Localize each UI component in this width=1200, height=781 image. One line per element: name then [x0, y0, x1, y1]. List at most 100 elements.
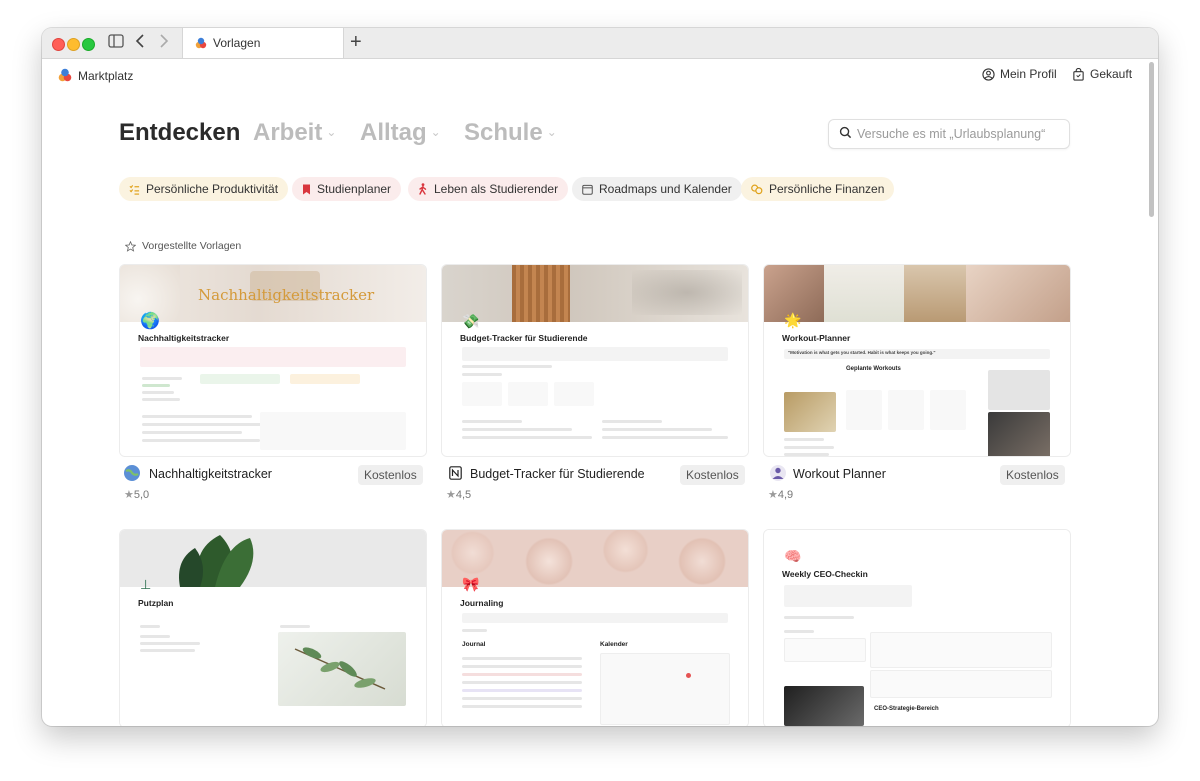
card-name[interactable]: Nachhaltigkeitstracker [149, 467, 272, 481]
coins-icon [751, 184, 763, 194]
star-icon: 🌟 [784, 312, 802, 328]
bought-link[interactable]: Gekauft [1072, 67, 1132, 81]
chip-roadmaps-und-kalender[interactable]: Roadmaps und Kalender [572, 177, 742, 201]
price-badge: Kostenlos [358, 465, 423, 485]
search-input[interactable]: Versuche es mit „Urlaubsplanung“ [828, 119, 1070, 149]
marketplace-logo-icon [195, 37, 207, 49]
preview-section: Kalender [600, 641, 628, 648]
minimize-window-button[interactable] [67, 38, 80, 51]
category-label: Arbeit [253, 119, 323, 146]
maximize-window-button[interactable] [82, 38, 95, 51]
back-arrow-icon[interactable] [135, 34, 145, 52]
template-card-workout-planner[interactable]: 🌟 Workout-Planner "Motivation is what ge… [763, 264, 1071, 457]
rating-value: 4,9 [777, 489, 794, 501]
template-card-putzplan[interactable]: ⊥ Putzplan [119, 529, 427, 726]
bought-label: Gekauft [1090, 67, 1133, 81]
search-icon [839, 126, 852, 139]
preview-title: Workout-Planner [782, 333, 851, 343]
star-outline-icon [125, 240, 136, 252]
template-card-nachhaltigkeitstracker[interactable]: Nachhaltigkeitstracker 🌍 Nachhaltigkeits… [119, 264, 427, 457]
chevron-down-icon: ⌄ [430, 125, 441, 139]
category-tab-arbeit[interactable]: Arbeit ⌄ [253, 119, 336, 147]
marketplace-logo-icon [58, 68, 72, 82]
chip-persoenliche-finanzen[interactable]: Persönliche Finanzen [741, 177, 895, 201]
price-badge: Kostenlos [1000, 465, 1065, 485]
person-walking-icon [419, 183, 427, 195]
price-badge: Kostenlos [680, 465, 745, 485]
category-tab-alltag[interactable]: Alltag ⌄ [360, 119, 441, 147]
card-rating: ★4,9 [768, 488, 793, 501]
close-window-button[interactable] [52, 38, 65, 51]
star-filled-icon: ★ [124, 489, 134, 501]
user-circle-icon [982, 67, 995, 81]
card-page-preview: 🌟 Workout-Planner "Motivation is what ge… [764, 312, 1070, 456]
category-label: Entdecken [119, 119, 241, 146]
card-cover-image [442, 265, 748, 322]
card-page-preview: 💸 Budget-Tracker für Studierende [442, 313, 748, 456]
bookmark-icon [303, 184, 310, 194]
card-name[interactable]: Budget-Tracker für Studierende [470, 467, 645, 481]
notion-icon [449, 466, 462, 480]
template-card-budget-tracker[interactable]: 💸 Budget-Tracker für Studierende [441, 264, 749, 457]
plant-illustration [179, 535, 254, 587]
chip-persoenliche-produktivitaet[interactable]: Persönliche Produktivität [119, 177, 289, 201]
globe-icon: 🌍 [140, 313, 160, 330]
chip-label: Leben als Studierender [434, 182, 559, 196]
category-label: Alltag [360, 119, 427, 146]
star-filled-icon: ★ [446, 489, 456, 501]
brain-icon: 🧠 [784, 548, 802, 564]
template-card-ceo-checkin[interactable]: 🧠 Weekly CEO-Checkin CEO-Strategie-Berei… [763, 529, 1071, 726]
preview-title: Weekly CEO-Checkin [782, 569, 868, 579]
tab-title: Vorlagen [213, 36, 261, 50]
preview-section: Journal [462, 641, 486, 648]
featured-heading: Vorgestellte Vorlagen [125, 240, 241, 252]
chip-studienplaner[interactable]: Studienplaner [292, 177, 402, 201]
category-label: Schule [464, 119, 543, 146]
chevron-down-icon: ⌄ [326, 125, 337, 139]
profile-label: Mein Profil [1000, 67, 1057, 81]
bow-icon: 🎀 [462, 576, 480, 592]
card-rating: ★4,5 [446, 488, 471, 501]
card-cover-image: Nachhaltigkeitstracker [120, 265, 426, 322]
chip-label: Persönliche Finanzen [769, 182, 885, 196]
card-rating: ★5,0 [124, 488, 149, 501]
sidebar-toggle-icon[interactable] [108, 34, 124, 52]
star-filled-icon: ★ [768, 489, 778, 501]
chip-label: Roadmaps und Kalender [599, 182, 732, 196]
scrollbar[interactable] [1149, 62, 1154, 217]
checklist-icon [129, 184, 140, 195]
category-tab-schule[interactable]: Schule ⌄ [464, 119, 557, 147]
card-cover-image [120, 530, 426, 587]
preview-title: Budget-Tracker für Studierende [460, 333, 588, 343]
rating-value: 4,5 [455, 489, 472, 501]
card-page-preview: 🌍 Nachhaltigkeitstracker [120, 313, 426, 456]
preview-title: Journaling [460, 598, 504, 608]
preview-title: Nachhaltigkeitstracker [138, 333, 230, 343]
browser-window: Vorlagen + Marktplatz Mein Profil Gekauf… [42, 28, 1158, 726]
card-page-preview: 🎀 Journaling Journal Kalender [442, 576, 748, 726]
globe-icon [124, 465, 140, 481]
browser-tab[interactable]: Vorlagen [182, 28, 344, 58]
card-cover-image [764, 265, 1070, 322]
money-icon: 💸 [462, 313, 480, 329]
forward-arrow-icon[interactable] [159, 34, 169, 52]
preview-subtitle: Geplante Workouts [846, 366, 901, 372]
featured-label: Vorgestellte Vorlagen [142, 240, 242, 252]
calendar-icon [582, 184, 593, 195]
chip-label: Studienplaner [317, 182, 392, 196]
category-tab-entdecken[interactable]: Entdecken [119, 119, 240, 147]
card-page-preview: 🧠 Weekly CEO-Checkin CEO-Strategie-Berei… [764, 530, 1070, 726]
broom-icon: ⊥ [140, 577, 152, 592]
card-page-preview: ⊥ Putzplan [120, 577, 426, 726]
rating-value: 5,0 [133, 489, 150, 501]
cover-title: Nachhaltigkeitstracker [198, 286, 375, 304]
search-placeholder: Versuche es mit „Urlaubsplanung“ [857, 127, 1046, 141]
new-tab-button[interactable]: + [350, 31, 362, 54]
brand-label[interactable]: Marktplatz [78, 69, 133, 83]
chip-leben-als-studierender[interactable]: Leben als Studierender [408, 177, 569, 201]
preview-quote: "Motivation is what gets you started. Ha… [788, 350, 936, 355]
preview-title: Putzplan [138, 598, 174, 608]
profile-link[interactable]: Mein Profil [982, 67, 1057, 81]
card-name[interactable]: Workout Planner [793, 467, 886, 481]
template-card-journaling[interactable]: 🎀 Journaling Journal Kalender [441, 529, 749, 726]
